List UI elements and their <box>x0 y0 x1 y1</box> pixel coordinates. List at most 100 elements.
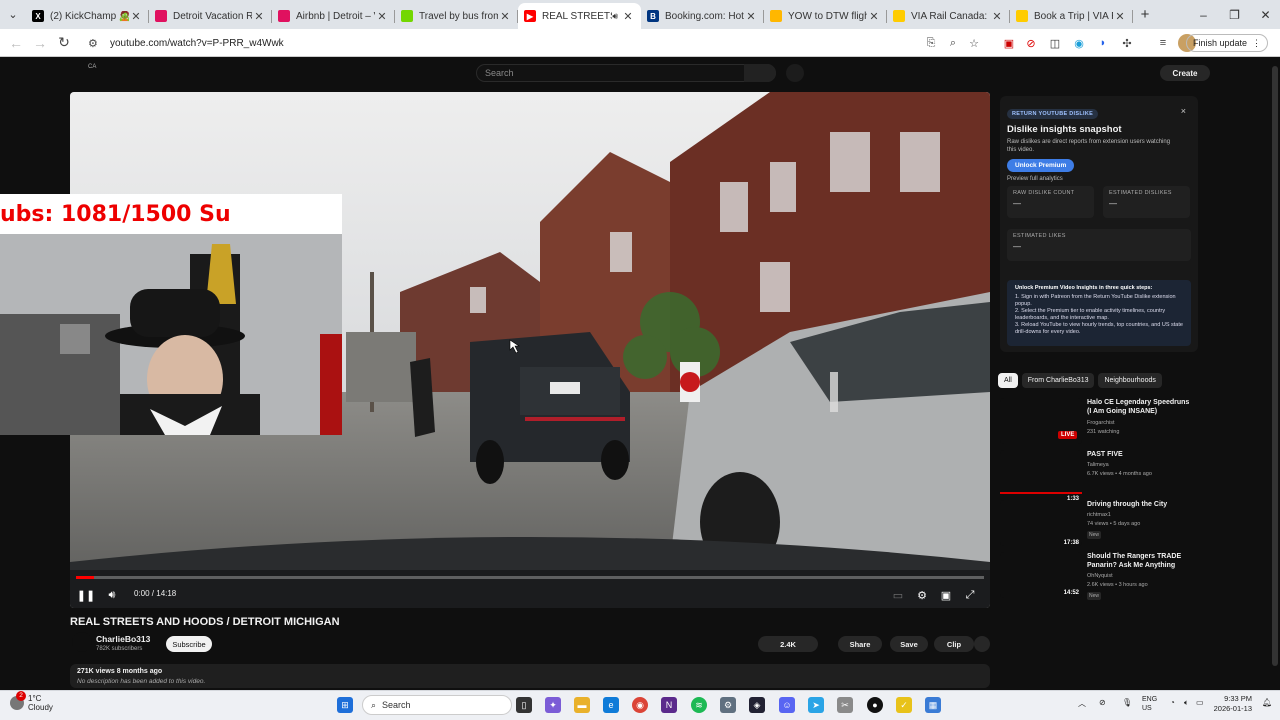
tab-6[interactable]: YOW to DTW flights✕ <box>764 3 887 29</box>
forward-button[interactable]: → <box>28 31 52 55</box>
unlock-premium-button[interactable]: Unlock Premium <box>1007 159 1075 172</box>
calculator-icon[interactable]: ▦ <box>925 697 941 713</box>
obs-icon[interactable]: ● <box>867 697 883 713</box>
tray-overflow-chevron-icon[interactable]: ︿ <box>1078 698 1086 709</box>
tab-close-icon[interactable]: ✕ <box>375 10 389 23</box>
finish-update-button[interactable]: Finish update ⋮ <box>1185 34 1268 52</box>
channel-name[interactable]: CharlieBo313 <box>96 634 150 644</box>
back-button[interactable]: ← <box>4 31 28 55</box>
windows-start-icon[interactable]: ⊞ <box>337 697 353 713</box>
tab-audio-icon[interactable]: 🔊︎ <box>612 11 618 22</box>
url-bar[interactable]: ⚙ youtube.com/watch?v=P-PRR_w4Wwk <box>80 32 980 54</box>
clip-button[interactable]: Clip <box>934 636 974 652</box>
tab-close-icon[interactable]: ✕ <box>1113 10 1127 23</box>
pause-button[interactable]: ❚❚ <box>77 587 95 603</box>
save-button[interactable]: Save <box>890 636 928 652</box>
rec-channel[interactable]: Frogarchist <box>1087 420 1115 428</box>
tab-close-icon[interactable]: ✕ <box>867 10 881 23</box>
recommendation-item[interactable]: 17:38 Driving through the City richtmax1… <box>1000 500 1200 548</box>
microphone-icon[interactable]: 🎙︎ <box>1122 698 1132 707</box>
miniplayer-icon[interactable]: ▣ <box>938 587 954 603</box>
create-button[interactable]: Create <box>1160 65 1210 81</box>
language-indicator[interactable]: ENG US <box>1142 695 1157 713</box>
network-off-icon[interactable]: ⊘ <box>1099 698 1106 707</box>
taskbar-search[interactable]: ⌕ Search <box>362 695 512 715</box>
recommendation-item[interactable]: LIVE Halo CE Legendary Speedruns (I Am G… <box>1000 398 1200 446</box>
wifi-icon[interactable]: ◔ <box>1170 698 1175 707</box>
extension-adblock-icon[interactable]: ⊘ <box>1022 34 1040 52</box>
volume-icon[interactable]: 🔊︎ <box>104 587 120 603</box>
notifications-bell-icon[interactable]: 🔔︎ <box>1262 698 1272 707</box>
rec-title[interactable]: Driving through the City <box>1087 500 1195 509</box>
chip-from-channel[interactable]: From CharlieBo313 <box>1021 373 1095 388</box>
app-next-icon[interactable]: N <box>661 697 677 713</box>
tab-search-chevron-icon[interactable]: ⌄ <box>0 0 26 29</box>
tab-4[interactable]: ▶ REAL STREETS AI🔊︎✕ <box>518 3 641 29</box>
like-button[interactable]: 2.4K <box>758 636 818 652</box>
page-scrollbar[interactable] <box>1270 58 1280 690</box>
video-thumbnail[interactable] <box>1000 450 1082 496</box>
chip-all[interactable]: All <box>998 373 1018 388</box>
yt-search-input[interactable]: Search <box>476 64 776 82</box>
extension-blue-icon[interactable]: ◉ <box>1070 34 1088 52</box>
copilot-icon[interactable]: ✦ <box>545 697 561 713</box>
tab-close-icon[interactable]: ✕ <box>252 10 266 23</box>
reload-button[interactable]: ↻ <box>52 31 76 55</box>
extension-red-icon[interactable]: ▣ <box>1000 34 1018 52</box>
tab-close-icon[interactable]: ✕ <box>990 10 1004 23</box>
edge-icon[interactable]: e <box>603 697 619 713</box>
subtitles-icon[interactable]: ▭ <box>890 587 906 603</box>
recommendation-item[interactable]: 14:52 Should The Rangers TRADE Panarin? … <box>1000 552 1200 600</box>
tab-7[interactable]: VIA Rail Canada: Trai✕ <box>887 3 1010 29</box>
rec-channel[interactable]: Talimeya <box>1087 462 1109 470</box>
voice-search-icon[interactable] <box>786 64 804 82</box>
spotify-icon[interactable]: ≋ <box>691 697 707 713</box>
chip-neighbourhoods[interactable]: Neighbourhoods <box>1098 373 1162 388</box>
task-view-icon[interactable]: ▯ <box>516 697 532 713</box>
telegram-icon[interactable]: ➤ <box>808 697 824 713</box>
chrome-icon[interactable]: ◉ <box>632 697 648 713</box>
fullscreen-icon[interactable]: ⤢ <box>962 587 978 603</box>
close-window-button[interactable]: ✕ <box>1250 0 1280 29</box>
rec-title[interactable]: Should The Rangers TRADE Panarin? Ask Me… <box>1087 552 1195 570</box>
preview-analytics-link[interactable]: Preview full analytics <box>1007 176 1191 182</box>
more-actions-button[interactable] <box>974 636 990 652</box>
seek-bar[interactable] <box>76 576 984 579</box>
minimize-button[interactable]: – <box>1188 0 1219 29</box>
tab-close-icon[interactable]: ✕ <box>744 10 758 23</box>
description-box[interactable]: 271K views 8 months ago No description h… <box>70 664 990 688</box>
site-settings-icon[interactable]: ⚙ <box>88 37 102 50</box>
file-explorer-icon[interactable]: ▬ <box>574 697 590 713</box>
extension-audio-icon[interactable]: ◗ <box>1094 34 1112 52</box>
tab-close-icon[interactable]: ✕ <box>621 10 635 23</box>
rec-channel[interactable]: richtmax1 <box>1087 512 1111 520</box>
tab-0[interactable]: X (2) KickChamp 🧟 on✕ <box>26 3 149 29</box>
maximize-button[interactable]: ❐ <box>1219 0 1250 29</box>
tab-1[interactable]: Detroit Vacation Rent✕ <box>149 3 272 29</box>
install-app-icon[interactable]: ⎘ <box>922 34 940 52</box>
settings-gear-icon[interactable]: ⚙ <box>914 587 930 603</box>
tab-8[interactable]: Book a Trip | VIA Rail✕ <box>1010 3 1133 29</box>
tab-5[interactable]: B Booking.com: Hotels✕ <box>641 3 764 29</box>
recommendation-item[interactable]: 1:33 PAST FIVE Talimeya 6.7K views • 4 m… <box>1000 450 1200 502</box>
zoom-icon[interactable]: ⌕ <box>944 34 962 52</box>
bookmark-star-icon[interactable]: ☆ <box>965 34 983 52</box>
system-clock[interactable]: 9:33 PM 2026-01-13 <box>1208 694 1252 713</box>
rec-title[interactable]: Halo CE Legendary Speedruns (I Am Going … <box>1087 398 1195 416</box>
tab-3[interactable]: Travel by bus from To✕ <box>395 3 518 29</box>
scrollbar-thumb[interactable] <box>1272 66 1278 666</box>
rec-channel[interactable]: OhNyquist <box>1087 573 1113 581</box>
tab-close-icon[interactable]: ✕ <box>129 10 143 23</box>
yt-search-button[interactable] <box>744 64 776 82</box>
snipping-tool-icon[interactable]: ✂ <box>837 697 853 713</box>
app-yellow-icon[interactable]: ✓ <box>896 697 912 713</box>
extensions-puzzle-icon[interactable]: ✣ <box>1118 34 1136 52</box>
channel-avatar[interactable] <box>72 632 92 652</box>
tab-close-icon[interactable]: ✕ <box>498 10 512 23</box>
share-button[interactable]: Share <box>838 636 882 652</box>
extension-screenshot-icon[interactable]: ◫ <box>1046 34 1064 52</box>
app-dark-icon[interactable]: ◈ <box>749 697 765 713</box>
weather-widget[interactable]: 2 1°C Cloudy <box>10 691 53 712</box>
battery-icon[interactable]: ▭ <box>1196 698 1204 707</box>
subscribe-button[interactable]: Subscribe <box>166 636 212 652</box>
